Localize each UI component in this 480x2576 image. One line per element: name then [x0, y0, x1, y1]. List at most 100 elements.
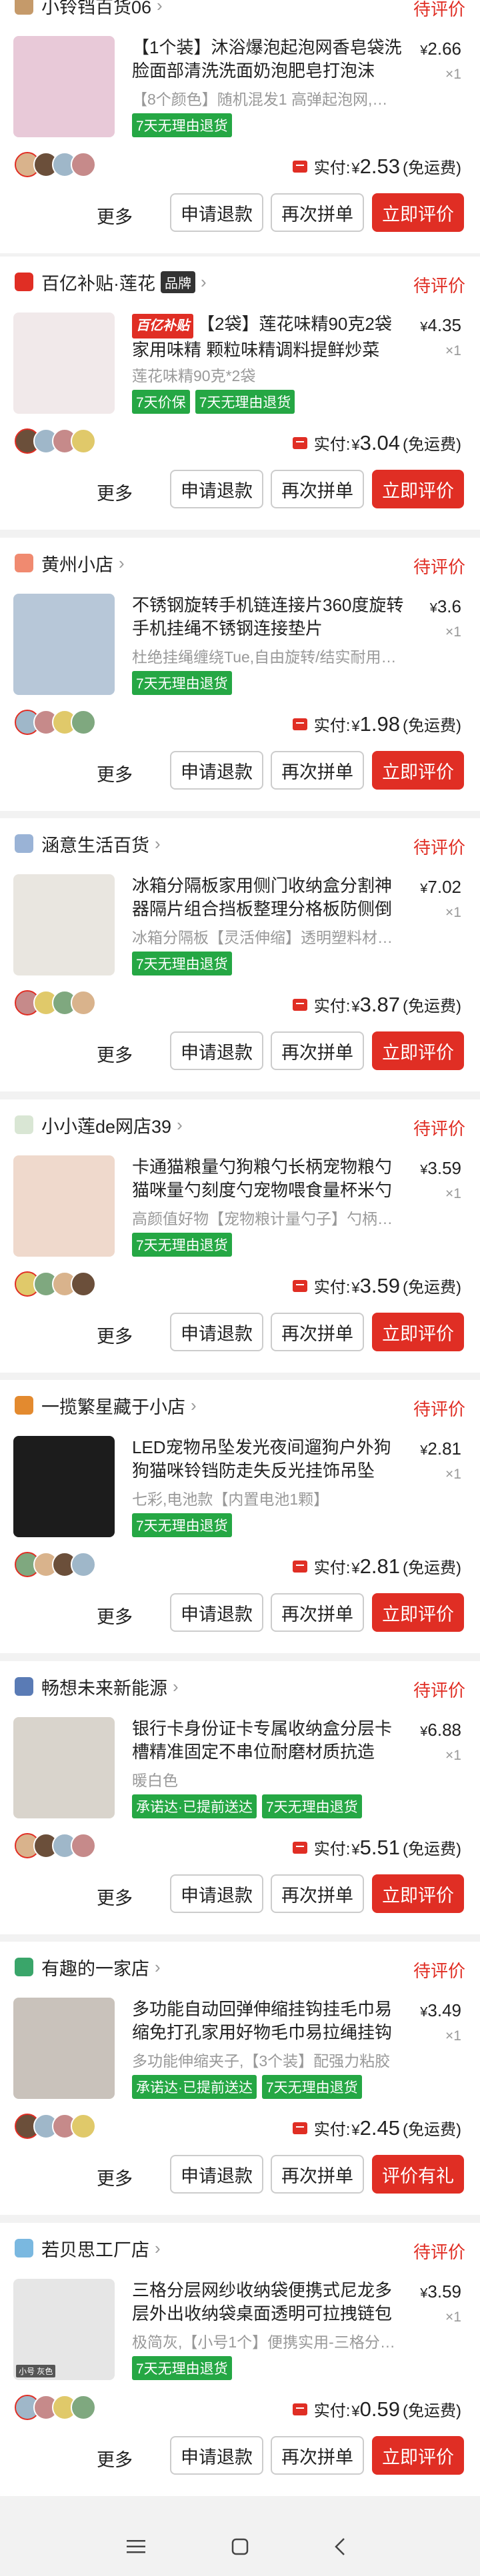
order-card: 百亿补贴·莲花 品牌 › 待评价 百亿补贴 【2袋】莲花味精90克2袋家用味精 颗粒味精调…: [0, 257, 480, 530]
review-button[interactable]: 立即评价: [372, 2436, 464, 2475]
more-button[interactable]: 更多: [97, 2164, 133, 2190]
product-title[interactable]: 银行卡身份证卡专属收纳盒分层卡槽精准固定不串位耐磨材质抗造: [132, 1717, 405, 1764]
review-button[interactable]: 立即评价: [372, 1874, 464, 1913]
product-title[interactable]: 不锈钢旋转手机链连接片360度旋转手机挂绳不锈钢连接垫片: [132, 594, 405, 640]
shop-header[interactable]: 黄州小店 ›: [15, 550, 125, 576]
shop-header[interactable]: 百亿补贴·莲花 品牌 ›: [15, 269, 207, 295]
review-button[interactable]: 评价有礼: [372, 2155, 464, 2194]
shop-name[interactable]: 小小莲de网店39: [41, 1112, 171, 1138]
refund-button[interactable]: 申请退款: [170, 2155, 263, 2194]
shop-name[interactable]: 有趣的一家店: [41, 1954, 149, 1980]
product-title[interactable]: 冰箱分隔板家用侧门收纳盒分割神器隔片组合挡板整理分格板防侧倒: [132, 874, 405, 921]
avatar: [71, 2395, 96, 2420]
order-actions: 更多 申请退款 再次拼单 立即评价: [0, 470, 480, 512]
more-button[interactable]: 更多: [97, 1603, 133, 1628]
avatar: [71, 710, 96, 735]
shop-header[interactable]: 畅想未来新能源 ›: [15, 1673, 179, 1700]
review-button[interactable]: 立即评价: [372, 1313, 464, 1351]
review-button[interactable]: 立即评价: [372, 751, 464, 790]
free-shipping-label: (免运费): [403, 1840, 461, 1858]
shop-icon: [15, 0, 33, 15]
order-card: 黄州小店 › 待评价 不锈钢旋转手机链连接片360度旋转手机挂绳不锈钢连接垫片 杜绝挂绳…: [0, 538, 480, 811]
system-nav-bar: [0, 2519, 480, 2576]
shop-name[interactable]: 畅想未来新能源: [41, 1674, 167, 1700]
product-title[interactable]: 多功能自动回弹伸缩挂钩挂毛巾易缩免打孔家用好物毛巾易拉绳挂钩: [132, 1998, 405, 2044]
order-actions: 更多 申请退款 再次拼单 立即评价: [0, 193, 480, 236]
review-button[interactable]: 立即评价: [372, 1031, 464, 1070]
more-button[interactable]: 更多: [97, 479, 133, 505]
reorder-button[interactable]: 再次拼单: [271, 1593, 364, 1632]
product-title[interactable]: LED宠物吊坠发光夜间遛狗户外狗狗猫咪铃铛防走失反光挂饰吊坠: [132, 1436, 405, 1483]
service-tags: 7天无理由退货: [132, 952, 237, 975]
paid-value: 1.98: [359, 712, 401, 736]
refund-button[interactable]: 申请退款: [170, 1593, 263, 1632]
shop-name[interactable]: 若贝思工厂店: [41, 2236, 149, 2261]
product-sku: 七彩,电池款【内置电池1颗】: [132, 1491, 329, 1508]
shop-header[interactable]: 一揽繁星藏于小店 ›: [15, 1392, 197, 1419]
refund-button[interactable]: 申请退款: [170, 1313, 263, 1351]
review-button[interactable]: 立即评价: [372, 470, 464, 508]
refund-button[interactable]: 申请退款: [170, 470, 263, 508]
product-title[interactable]: 卡通猫粮量勺狗粮勺长柄宠物粮勺猫咪量勺刻度勺宠物喂食量杯米勺: [132, 1155, 405, 1202]
shop-name[interactable]: 涵意生活百货: [41, 831, 149, 857]
shop-name[interactable]: 一揽繁星藏于小店: [41, 1393, 185, 1419]
shop-header[interactable]: 有趣的一家店 ›: [15, 1954, 161, 1980]
shop-name[interactable]: 百亿补贴·莲花: [41, 269, 155, 295]
avatar: [71, 1552, 96, 1577]
refund-button[interactable]: 申请退款: [170, 2436, 263, 2475]
review-button[interactable]: 立即评价: [372, 1593, 464, 1632]
shop-name[interactable]: 小铃铛百货06: [41, 0, 151, 19]
free-shipping-label: (免运费): [403, 436, 461, 454]
more-button[interactable]: 更多: [97, 1884, 133, 1910]
product-image[interactable]: [13, 1717, 115, 1818]
free-shipping-label: (免运费): [403, 997, 461, 1015]
reorder-button[interactable]: 再次拼单: [271, 193, 364, 232]
reorder-button[interactable]: 再次拼单: [271, 1874, 364, 1913]
product-title[interactable]: 三格分层网纱收纳袋便携式尼龙多层外出收纳袋桌面透明可拉拽链包: [132, 2279, 405, 2325]
product-image[interactable]: [13, 313, 115, 414]
order-status: 待评价: [413, 1680, 465, 1700]
product-image[interactable]: [13, 874, 115, 975]
back-chevron-icon[interactable]: [327, 2533, 353, 2560]
currency-symbol: ¥: [351, 718, 360, 734]
review-button[interactable]: 立即评价: [372, 193, 464, 232]
shop-name[interactable]: 黄州小店: [41, 550, 113, 576]
refund-button[interactable]: 申请退款: [170, 1031, 263, 1070]
more-button[interactable]: 更多: [97, 1322, 133, 1348]
reorder-button[interactable]: 再次拼单: [271, 2436, 364, 2475]
product-image[interactable]: 小号 灰色: [13, 2279, 115, 2380]
product-image[interactable]: [13, 36, 115, 137]
refund-button[interactable]: 申请退款: [170, 193, 263, 232]
shop-header[interactable]: 小铃铛百货06 ›: [15, 0, 163, 19]
shop-icon: [15, 834, 33, 853]
product-image[interactable]: [13, 1155, 115, 1257]
product-image[interactable]: [13, 594, 115, 695]
shop-header[interactable]: 小小莲de网店39 ›: [15, 1111, 183, 1138]
product-title[interactable]: 【1个装】沐浴爆泡起泡网香皂袋洗脸面部清洗洗面奶泡肥皂打泡沫: [132, 36, 405, 83]
service-tags: 7天无理由退货: [132, 671, 237, 695]
product-image[interactable]: [13, 1436, 115, 1537]
order-status: 待评价: [413, 557, 465, 577]
reorder-button[interactable]: 再次拼单: [271, 470, 364, 508]
chevron-right-icon: ›: [119, 552, 125, 573]
home-square-icon[interactable]: [227, 2533, 253, 2560]
refund-button[interactable]: 申请退款: [170, 1874, 263, 1913]
avatar: [71, 152, 96, 177]
shop-header[interactable]: 若贝思工厂店 ›: [15, 2235, 161, 2261]
thumb-caption: 小号 灰色: [16, 2365, 56, 2377]
reorder-button[interactable]: 再次拼单: [271, 1031, 364, 1070]
reorder-button[interactable]: 再次拼单: [271, 2155, 364, 2194]
unit-price: ¥3.59: [420, 1158, 461, 1178]
menu-icon[interactable]: [123, 2533, 149, 2560]
reorder-button[interactable]: 再次拼单: [271, 751, 364, 790]
more-button[interactable]: 更多: [97, 203, 133, 229]
shop-header[interactable]: 涵意生活百货 ›: [15, 830, 161, 857]
product-title[interactable]: 百亿补贴 【2袋】莲花味精90克2袋家用味精 颗粒味精调料提鲜炒菜: [132, 313, 405, 359]
quantity: ×1: [445, 1186, 461, 1201]
more-button[interactable]: 更多: [97, 1041, 133, 1067]
more-button[interactable]: 更多: [97, 760, 133, 786]
reorder-button[interactable]: 再次拼单: [271, 1313, 364, 1351]
refund-button[interactable]: 申请退款: [170, 751, 263, 790]
product-image[interactable]: [13, 1998, 115, 2099]
more-button[interactable]: 更多: [97, 2445, 133, 2471]
